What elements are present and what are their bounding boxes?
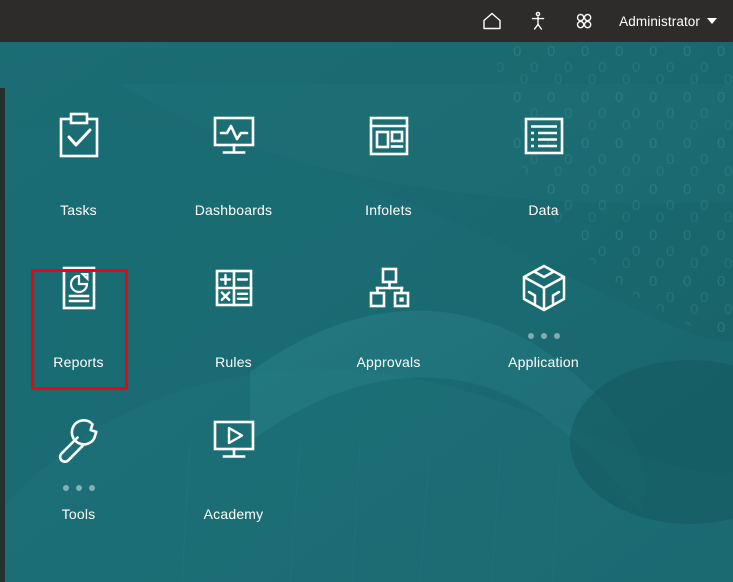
tile-application[interactable]: Application xyxy=(466,256,621,408)
chevron-down-icon xyxy=(707,18,717,24)
tile-tools[interactable]: Tools xyxy=(1,408,156,560)
accessibility-icon[interactable] xyxy=(515,0,561,42)
wrench-icon xyxy=(47,408,111,472)
navigator-icon[interactable] xyxy=(561,0,607,42)
report-pie-doc-icon xyxy=(47,256,111,320)
tile-rules[interactable]: Rules xyxy=(156,256,311,408)
clipboard-check-icon xyxy=(47,104,111,168)
user-menu[interactable]: Administrator xyxy=(607,0,733,42)
global-header: Administrator xyxy=(0,0,733,42)
tile-dots xyxy=(527,328,560,344)
cube-icon xyxy=(512,256,576,320)
tile-label: Academy xyxy=(203,506,264,522)
tile-placeholder xyxy=(311,408,466,560)
tile-row: Tools Academy xyxy=(0,408,733,560)
tile-label: Application xyxy=(508,354,579,370)
tile-data[interactable]: Data xyxy=(466,104,621,256)
tile-label: Infolets xyxy=(365,202,412,218)
tile-dots xyxy=(62,480,95,496)
tile-label: Approvals xyxy=(356,354,421,370)
home-page: 0 0 0 xyxy=(0,0,733,582)
home-icon[interactable] xyxy=(469,0,515,42)
tile-label: Dashboards xyxy=(194,202,273,218)
calculator-icon xyxy=(202,256,266,320)
tile-dashboards[interactable]: Dashboards xyxy=(156,104,311,256)
tile-label: Reports xyxy=(53,354,104,370)
left-edge-strip xyxy=(0,88,5,582)
hierarchy-icon xyxy=(357,256,421,320)
layout-panels-icon xyxy=(357,104,421,168)
tile-label: Data xyxy=(528,202,559,218)
tile-infolets[interactable]: Infolets xyxy=(311,104,466,256)
tile-academy[interactable]: Academy xyxy=(156,408,311,560)
tile-placeholder xyxy=(466,408,621,560)
tile-label: Tools xyxy=(61,506,96,522)
tile-row: Tasks Dashboards Infolets Data xyxy=(0,104,733,256)
tile-row: Reports Rules Approvals Application xyxy=(0,256,733,408)
tile-label: Rules xyxy=(215,354,252,370)
tile-reports[interactable]: Reports xyxy=(1,256,156,408)
tile-tasks[interactable]: Tasks xyxy=(1,104,156,256)
header-icon-group: Administrator xyxy=(469,0,733,42)
tile-grid: Tasks Dashboards Infolets Data Reports R… xyxy=(0,42,733,582)
tile-approvals[interactable]: Approvals xyxy=(311,256,466,408)
tile-label: Tasks xyxy=(60,202,97,218)
monitor-chart-icon xyxy=(202,104,266,168)
data-grid-icon xyxy=(512,104,576,168)
user-name-label: Administrator xyxy=(619,13,700,29)
monitor-play-icon xyxy=(202,408,266,472)
